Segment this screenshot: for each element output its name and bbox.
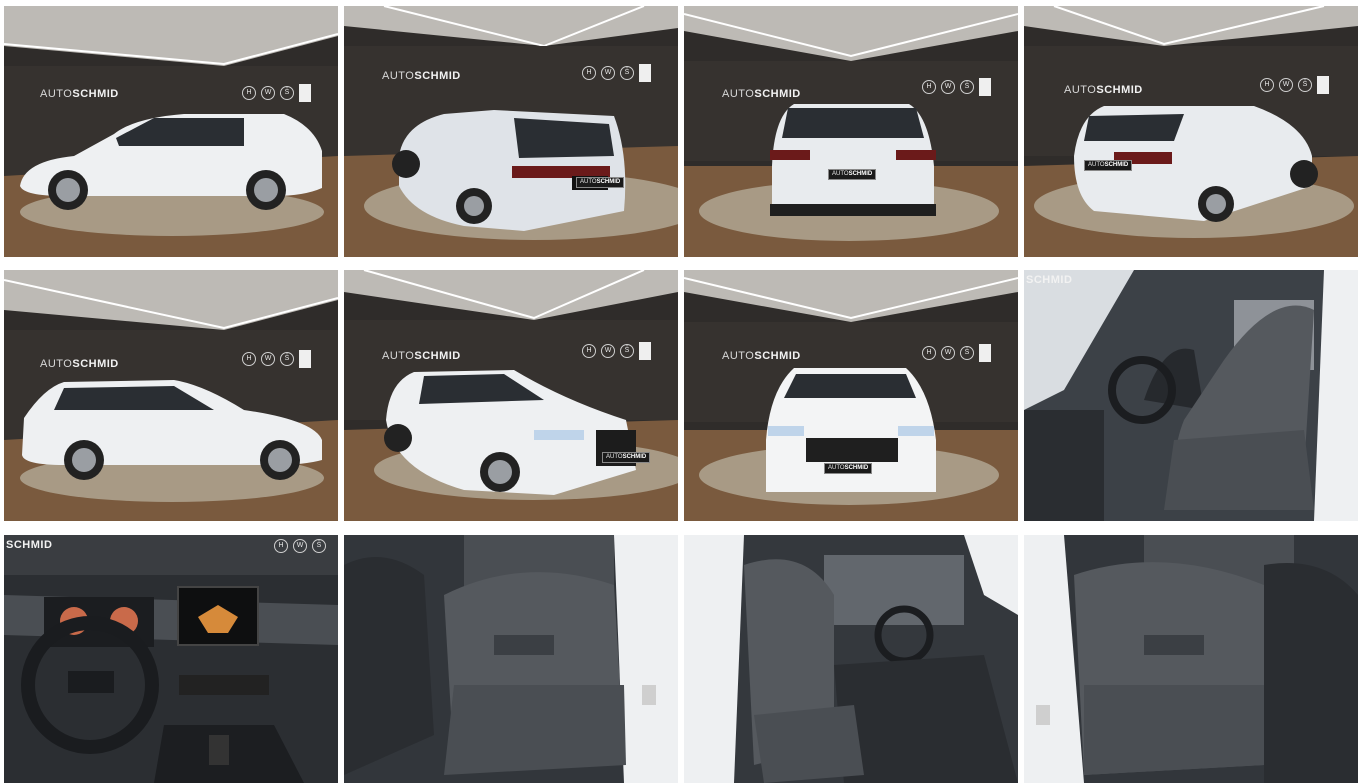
- hyundai-logo: H: [274, 539, 288, 553]
- hyundai-logo: H: [922, 346, 936, 360]
- service-sign: [639, 342, 651, 360]
- service-sign: [299, 350, 311, 368]
- brand-logos: H W Š: [922, 344, 991, 362]
- photo-tile-dashboard[interactable]: SCHMID H W Š: [4, 535, 338, 783]
- interior-front-seats-image: [684, 535, 1018, 783]
- hyundai-logo: H: [582, 66, 596, 80]
- car-rear-image: [684, 6, 1018, 257]
- vw-logo: W: [293, 539, 307, 553]
- license-plate: AUTOSCHMID: [828, 169, 877, 180]
- photo-gallery: AUTOSCHMID H W Š AUTOSCHMID AUTOSCHMID H: [4, 6, 1361, 783]
- service-sign: [1317, 76, 1329, 94]
- skoda-logo: Š: [960, 80, 974, 94]
- car-rear-three-quarter-image: [1024, 6, 1358, 257]
- car-front-image: [684, 270, 1018, 521]
- vw-logo: W: [601, 344, 615, 358]
- interior-rear-seats-image: [344, 535, 678, 783]
- hyundai-logo: H: [922, 80, 936, 94]
- car-side-image: [4, 6, 338, 257]
- skoda-logo: Š: [280, 86, 294, 100]
- skoda-logo: Š: [620, 344, 634, 358]
- photo-tile-front[interactable]: AUTOSCHMID AUTOSCHMID H W Š: [684, 270, 1018, 521]
- skoda-logo: Š: [960, 346, 974, 360]
- dealer-logo: AUTOSCHMID: [722, 88, 801, 100]
- brand-logos: H W Š: [274, 539, 326, 553]
- skoda-logo: Š: [1298, 78, 1312, 92]
- brand-logos: H W Š: [582, 342, 651, 360]
- interior-front-seats-image: [1024, 270, 1358, 521]
- photo-tile-rear-seats-right[interactable]: [1024, 535, 1358, 783]
- car-front-three-quarter-image: [344, 270, 678, 521]
- hyundai-logo: H: [242, 352, 256, 366]
- vw-logo: W: [941, 346, 955, 360]
- photo-tile-rear-three-quarter-left[interactable]: AUTOSCHMID AUTOSCHMID H W Š: [344, 6, 678, 257]
- brand-logos: H W Š: [242, 84, 311, 102]
- vw-logo: W: [261, 352, 275, 366]
- vw-logo: W: [1279, 78, 1293, 92]
- service-sign: [639, 64, 651, 82]
- photo-tile-front-seats-driver[interactable]: [684, 535, 1018, 783]
- dealer-logo: AUTOSCHMID: [382, 70, 461, 82]
- license-plate: AUTOSCHMID: [824, 463, 873, 474]
- photo-tile-rear-three-quarter-right[interactable]: AUTOSCHMID AUTOSCHMID H W Š: [1024, 6, 1358, 257]
- vw-logo: W: [261, 86, 275, 100]
- skoda-logo: Š: [280, 352, 294, 366]
- photo-tile-side-right[interactable]: AUTOSCHMID H W Š: [4, 270, 338, 521]
- interior-rear-seats-image: [1024, 535, 1358, 783]
- dealer-logo: AUTOSCHMID: [40, 358, 119, 370]
- service-sign: [299, 84, 311, 102]
- photo-tile-front-three-quarter[interactable]: AUTOSCHMID AUTOSCHMID H W Š: [344, 270, 678, 521]
- dealer-logo: AUTOSCHMID: [40, 88, 119, 100]
- skoda-logo: Š: [312, 539, 326, 553]
- skoda-logo: Š: [620, 66, 634, 80]
- photo-tile-front-seats[interactable]: SCHMID: [1024, 270, 1358, 521]
- hyundai-logo: H: [242, 86, 256, 100]
- license-plate: AUTOSCHMID: [1084, 160, 1133, 171]
- photo-tile-side-left[interactable]: AUTOSCHMID H W Š: [4, 6, 338, 257]
- dealer-logo: AUTOSCHMID: [382, 350, 461, 362]
- vw-logo: W: [601, 66, 615, 80]
- dealer-logo: SCHMID: [6, 539, 53, 551]
- dealer-logo: AUTOSCHMID: [722, 350, 801, 362]
- license-plate: AUTOSCHMID: [602, 452, 651, 463]
- interior-dashboard-image: [4, 535, 338, 783]
- photo-tile-rear-seats-left[interactable]: [344, 535, 678, 783]
- hyundai-logo: H: [1260, 78, 1274, 92]
- service-sign: [979, 78, 991, 96]
- hyundai-logo: H: [582, 344, 596, 358]
- dealer-logo: AUTOSCHMID: [1064, 84, 1143, 96]
- brand-logos: H W Š: [1260, 76, 1329, 94]
- license-plate: AUTOSCHMID: [576, 177, 625, 188]
- brand-logos: H W Š: [242, 350, 311, 368]
- vw-logo: W: [941, 80, 955, 94]
- dealer-logo: SCHMID: [1026, 274, 1073, 286]
- car-side-image: [4, 270, 338, 521]
- car-rear-three-quarter-image: [344, 6, 678, 257]
- brand-logos: H W Š: [582, 64, 651, 82]
- brand-logos: H W Š: [922, 78, 991, 96]
- photo-tile-rear[interactable]: AUTOSCHMID AUTOSCHMID H W Š: [684, 6, 1018, 257]
- service-sign: [979, 344, 991, 362]
